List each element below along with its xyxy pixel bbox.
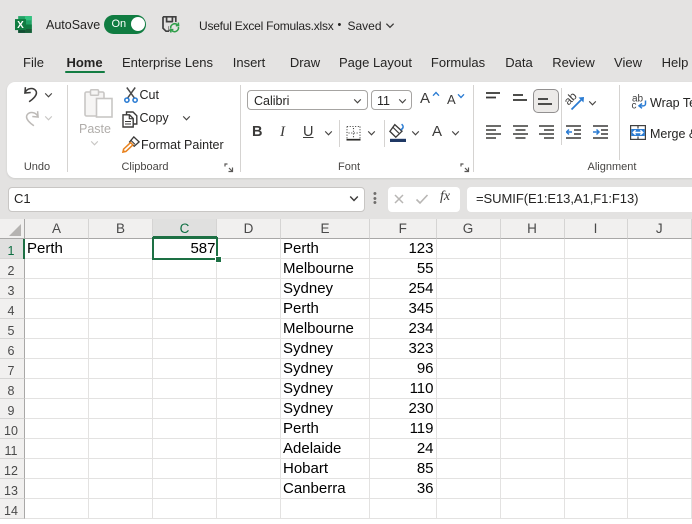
- svg-text:X: X: [17, 20, 24, 31]
- svg-text:c: c: [632, 101, 637, 111]
